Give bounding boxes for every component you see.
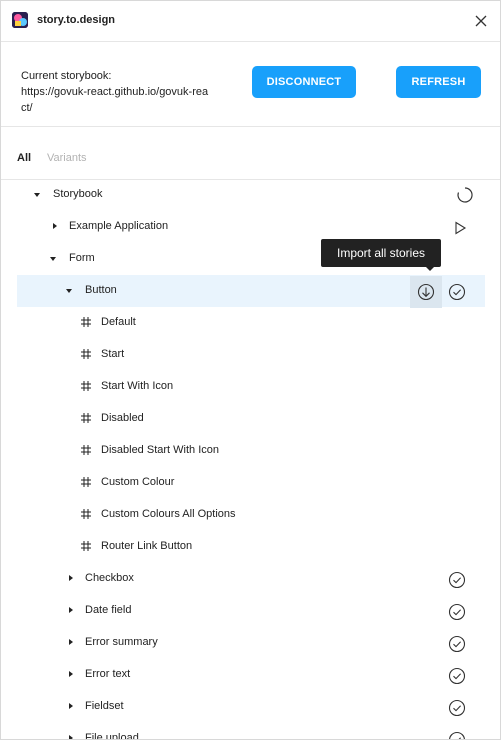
story-label: Start With Icon bbox=[101, 380, 174, 392]
tree-item-label: Button bbox=[85, 284, 117, 296]
hash-icon bbox=[81, 317, 91, 327]
chevron-right-icon[interactable] bbox=[53, 223, 57, 229]
tree-item-label: Error text bbox=[85, 668, 131, 680]
tree-item-label: Storybook bbox=[53, 188, 103, 200]
story-item[interactable]: Router Link Button bbox=[17, 531, 485, 563]
chevron-down-icon[interactable] bbox=[34, 193, 40, 197]
story-item[interactable]: Start With Icon bbox=[17, 371, 485, 403]
hash-icon bbox=[81, 381, 91, 391]
tree-item-component[interactable]: Checkbox bbox=[17, 563, 485, 595]
hash-icon bbox=[81, 445, 91, 455]
title-bar: story.to.design bbox=[1, 1, 500, 42]
storybook-info: Current storybook: https://govuk-react.g… bbox=[21, 68, 211, 116]
tree-item-component[interactable]: Error text bbox=[17, 659, 485, 691]
story-label: Disabled Start With Icon bbox=[101, 444, 219, 456]
tab-bar: All Variants bbox=[1, 127, 500, 180]
tree-item-component[interactable]: Error summary bbox=[17, 627, 485, 659]
download-circle-icon bbox=[417, 283, 435, 301]
hash-icon bbox=[81, 509, 91, 519]
app-title: story.to.design bbox=[37, 14, 116, 26]
chevron-right-icon[interactable] bbox=[69, 671, 73, 677]
storybook-label: Current storybook: bbox=[21, 70, 112, 82]
storybook-header: Current storybook: https://govuk-react.g… bbox=[1, 42, 500, 127]
check-circle-icon bbox=[448, 731, 466, 739]
hash-icon bbox=[81, 477, 91, 487]
check-circle-icon bbox=[448, 603, 466, 621]
check-circle-icon bbox=[448, 283, 466, 301]
tree-item-label: Checkbox bbox=[85, 572, 134, 584]
chevron-right-icon[interactable] bbox=[69, 703, 73, 709]
hash-icon bbox=[81, 413, 91, 423]
story-item[interactable]: Start bbox=[17, 339, 485, 371]
tree-item-component[interactable]: Date field bbox=[17, 595, 485, 627]
story-item[interactable]: Custom Colour bbox=[17, 467, 485, 499]
play-icon[interactable] bbox=[451, 219, 469, 237]
tab-variants[interactable]: Variants bbox=[47, 152, 87, 164]
story-item[interactable]: Default bbox=[17, 307, 485, 339]
tree-item-label: Error summary bbox=[85, 636, 158, 648]
chevron-right-icon[interactable] bbox=[69, 607, 73, 613]
import-button[interactable] bbox=[410, 276, 442, 308]
story-label: Custom Colour bbox=[101, 476, 175, 488]
story-item[interactable]: Custom Colours All Options bbox=[17, 499, 485, 531]
spinner-icon bbox=[456, 186, 474, 204]
check-circle-icon bbox=[448, 635, 466, 653]
tab-all[interactable]: All bbox=[17, 152, 31, 164]
chevron-down-icon[interactable] bbox=[50, 257, 56, 261]
tree-item-label: Example Application bbox=[69, 220, 169, 232]
story-label: Default bbox=[101, 316, 136, 328]
storybook-url: https://govuk-react.github.io/govuk-reac… bbox=[21, 86, 209, 114]
chevron-down-icon[interactable] bbox=[66, 289, 72, 293]
tree-item-storybook[interactable]: Storybook bbox=[17, 179, 485, 211]
tree-item-label: Date field bbox=[85, 604, 132, 616]
story-label: Start bbox=[101, 348, 125, 360]
check-circle-icon bbox=[448, 667, 466, 685]
plugin-window: story.to.design Current storybook: https… bbox=[0, 0, 501, 740]
import-tooltip: Import all stories bbox=[321, 239, 441, 271]
tree-item-label: Form bbox=[69, 252, 95, 264]
chevron-right-icon[interactable] bbox=[69, 639, 73, 645]
app-logo-icon bbox=[12, 12, 28, 28]
story-label: Router Link Button bbox=[101, 540, 193, 552]
hash-icon bbox=[81, 541, 91, 551]
disconnect-button[interactable]: DISCONNECT bbox=[252, 66, 356, 98]
story-label: Disabled bbox=[101, 412, 144, 424]
check-circle-icon bbox=[448, 571, 466, 589]
hash-icon bbox=[81, 349, 91, 359]
chevron-right-icon[interactable] bbox=[69, 575, 73, 581]
refresh-button[interactable]: REFRESH bbox=[396, 66, 481, 98]
story-item[interactable]: Disabled bbox=[17, 403, 485, 435]
chevron-right-icon[interactable] bbox=[69, 735, 73, 739]
tree-item-component[interactable]: Fieldset bbox=[17, 691, 485, 723]
story-label: Custom Colours All Options bbox=[101, 508, 236, 520]
story-item[interactable]: Disabled Start With Icon bbox=[17, 435, 485, 467]
close-icon[interactable] bbox=[473, 13, 489, 29]
check-circle-icon bbox=[448, 699, 466, 717]
tree-item-component[interactable]: File upload bbox=[17, 723, 485, 740]
tree-item-label: File upload bbox=[85, 732, 139, 740]
tree-item-label: Fieldset bbox=[85, 700, 124, 712]
